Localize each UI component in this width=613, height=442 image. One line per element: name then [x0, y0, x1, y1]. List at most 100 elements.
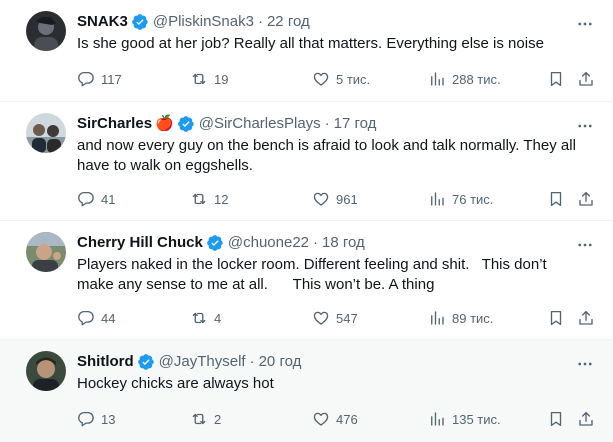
repost-icon	[192, 312, 206, 324]
share-button[interactable]	[577, 189, 595, 209]
repost-button[interactable]: 4	[190, 308, 221, 328]
repost-button[interactable]: 19	[190, 69, 228, 89]
reply-button[interactable]: 41	[77, 189, 115, 209]
views-count: 135 тис.	[452, 411, 501, 427]
share-button[interactable]	[577, 308, 595, 328]
display-name[interactable]: Cherry Hill Chuck	[77, 233, 203, 253]
more-dots-icon[interactable]	[575, 116, 595, 136]
bookmark-icon	[550, 191, 562, 207]
reply-icon	[78, 310, 94, 326]
views-button[interactable]: 135 тис.	[428, 409, 501, 429]
tweet-content: SNAK3 @PliskinSnak3 · 22 год Is she good…	[77, 12, 597, 54]
like-button[interactable]: 476	[312, 409, 358, 429]
action-bar: 41 12 961 76 тис.	[77, 189, 597, 209]
views-button[interactable]: 288 тис.	[428, 69, 501, 89]
like-heart-icon	[313, 192, 329, 206]
reply-icon	[78, 191, 94, 207]
share-icon	[579, 411, 593, 426]
verified-badge-icon	[177, 115, 195, 133]
repost-count: 12	[214, 191, 229, 207]
share-button[interactable]	[577, 409, 595, 429]
repost-button[interactable]: 12	[190, 189, 228, 209]
reply-count: 13	[101, 411, 116, 427]
tweet[interactable]: SNAK3 @PliskinSnak3 · 22 год Is she good…	[0, 0, 613, 102]
reply-icon	[78, 71, 94, 87]
tweet-header: Shitlord @JayThyself · 20 год	[77, 352, 597, 372]
bookmark-icon	[550, 71, 562, 87]
action-bar: 13 2 476 135 тис.	[77, 409, 597, 429]
more-dots-icon[interactable]	[575, 354, 595, 374]
tweet[interactable]: Cherry Hill Chuck @chuone22 · 18 год Pla…	[0, 221, 613, 340]
action-bar: 44 4 547 89 тис.	[77, 308, 597, 328]
verified-badge-icon	[206, 234, 224, 252]
views-count: 76 тис.	[452, 191, 494, 207]
tweet-content: Shitlord @JayThyself · 20 год Hockey chi…	[77, 352, 597, 394]
like-heart-icon	[313, 311, 329, 325]
more-dots-icon[interactable]	[575, 235, 595, 255]
reply-count: 44	[101, 310, 116, 326]
separator-dot: ·	[249, 353, 255, 370]
views-chart-icon	[431, 192, 444, 206]
reply-button[interactable]: 13	[77, 409, 115, 429]
bookmark-button[interactable]	[547, 308, 565, 328]
verified-badge-icon	[137, 353, 155, 371]
verified-badge-icon	[131, 13, 149, 31]
bookmark-button[interactable]	[547, 69, 565, 89]
tweet-header: SNAK3 @PliskinSnak3 · 22 год	[77, 12, 597, 32]
timestamp[interactable]: 17 год	[334, 114, 377, 134]
tweet-text: Players naked in the locker room. Differ…	[77, 256, 551, 293]
like-button[interactable]: 5 тис.	[312, 69, 370, 89]
bookmark-button[interactable]	[547, 409, 565, 429]
tweet[interactable]: SirCharles 🍎 @SirCharlesPlays · 17 год a…	[0, 102, 613, 221]
more-dots-icon[interactable]	[575, 14, 595, 34]
like-button[interactable]: 961	[312, 189, 358, 209]
timestamp[interactable]: 22 год	[267, 12, 310, 32]
repost-icon	[192, 413, 206, 425]
timestamp[interactable]: 18 год	[322, 233, 365, 253]
repost-icon	[192, 73, 206, 85]
handle[interactable]: @SirCharlesPlays	[199, 114, 321, 134]
reply-feed: SNAK3 @PliskinSnak3 · 22 год Is she good…	[0, 0, 613, 442]
display-name[interactable]: SirCharles	[77, 114, 152, 134]
reply-icon	[78, 411, 94, 427]
bookmark-button[interactable]	[547, 189, 565, 209]
separator-dot: ·	[324, 115, 330, 132]
share-button[interactable]	[577, 69, 595, 89]
action-bar: 117 19 5 тис. 288 тис.	[77, 69, 597, 89]
separator-dot: ·	[313, 234, 318, 251]
repost-button[interactable]: 2	[190, 409, 221, 429]
tweet-text: and now every guy on the bench is afraid…	[77, 137, 581, 174]
avatar[interactable]	[26, 113, 66, 153]
like-button[interactable]: 547	[312, 308, 358, 328]
handle[interactable]: @JayThyself	[159, 352, 246, 372]
repost-icon	[192, 193, 206, 205]
avatar[interactable]	[26, 232, 66, 272]
views-button[interactable]: 89 тис.	[428, 308, 493, 328]
separator-dot: ·	[257, 13, 263, 30]
reply-button[interactable]: 44	[77, 308, 115, 328]
display-name[interactable]: SNAK3	[77, 12, 128, 32]
tweet-text: Hockey chicks are always hot	[77, 375, 274, 392]
repost-count: 2	[214, 411, 222, 427]
tweet-header: SirCharles 🍎 @SirCharlesPlays · 17 год	[77, 114, 597, 134]
avatar[interactable]	[26, 11, 66, 51]
handle[interactable]: @chuone22	[228, 233, 309, 253]
like-count: 5 тис.	[336, 71, 371, 87]
share-icon	[579, 310, 593, 325]
views-button[interactable]: 76 тис.	[428, 189, 493, 209]
tweet-content: SirCharles 🍎 @SirCharlesPlays · 17 год a…	[77, 114, 597, 176]
repost-count: 19	[214, 71, 229, 87]
handle[interactable]: @PliskinSnak3	[153, 12, 254, 32]
views-chart-icon	[431, 311, 444, 325]
display-name[interactable]: Shitlord	[77, 352, 134, 372]
avatar[interactable]	[26, 351, 66, 391]
timestamp[interactable]: 20 год	[259, 352, 302, 372]
tweet-content: Cherry Hill Chuck @chuone22 · 18 год Pla…	[77, 233, 597, 295]
tweet-text: Is she good at her job? Really all that …	[77, 35, 544, 52]
reply-button[interactable]: 117	[77, 69, 122, 89]
share-icon	[579, 71, 593, 86]
like-count: 961	[336, 191, 358, 207]
tweet[interactable]: Shitlord @JayThyself · 20 год Hockey chi…	[0, 340, 613, 442]
like-heart-icon	[313, 72, 329, 86]
repost-count: 4	[214, 310, 222, 326]
